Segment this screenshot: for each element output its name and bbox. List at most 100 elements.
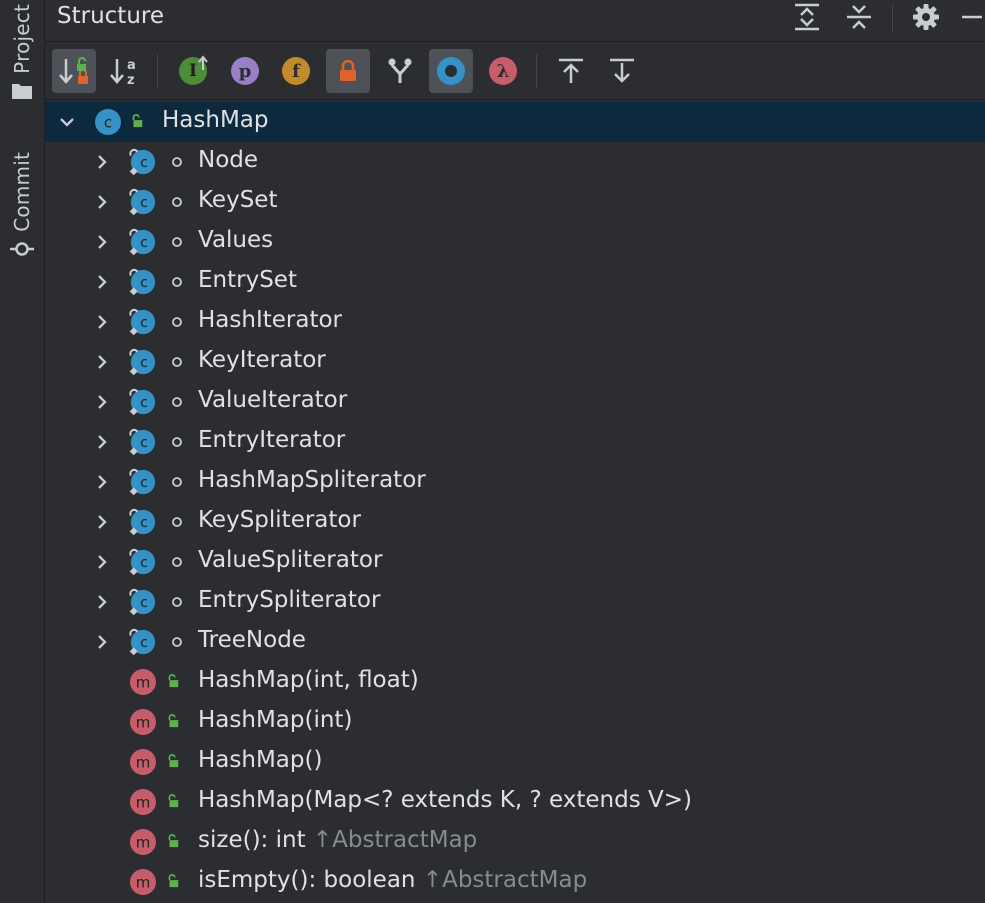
tree-row-method[interactable]: m HashMap() <box>45 742 985 782</box>
chevron-right-icon[interactable] <box>92 592 112 612</box>
tree-node-label: KeySpliterator <box>198 507 361 533</box>
tree-row-inner-class[interactable]: c Node <box>45 142 985 182</box>
svg-text:c: c <box>104 114 112 132</box>
show-anonymous-button[interactable] <box>429 49 473 93</box>
chevron-down-icon[interactable] <box>57 112 77 132</box>
tree-node-label: EntrySet <box>198 267 297 293</box>
chevron-right-icon[interactable] <box>92 432 112 452</box>
svg-text:c: c <box>140 155 148 171</box>
tree-row-inner-class[interactable]: c KeySpliterator <box>45 502 985 542</box>
expand-all-button[interactable] <box>787 0 827 34</box>
tree-node-label: size(): int ↑AbstractMap <box>198 827 477 853</box>
structure-toolbar: a z I p f λ <box>45 48 985 96</box>
chevron-right-icon[interactable] <box>92 192 112 212</box>
chevron-right-icon[interactable] <box>92 152 112 172</box>
public-visibility-icon <box>168 714 179 728</box>
show-inheritance-button[interactable] <box>378 49 422 93</box>
method-icon: m <box>130 789 156 815</box>
settings-button[interactable] <box>906 0 946 34</box>
expand-all-icon <box>795 3 819 31</box>
tree-node-label: HashMap <box>162 107 269 133</box>
tree-row-method[interactable]: m HashMap(int) <box>45 702 985 742</box>
tree-node-label: KeyIterator <box>198 347 326 373</box>
navigate-up-button[interactable] <box>549 49 593 93</box>
chevron-right-icon[interactable] <box>92 392 112 412</box>
tree-row-method[interactable]: m size(): int ↑AbstractMap <box>45 822 985 862</box>
tree-node-label: HashIterator <box>198 307 342 333</box>
collapse-all-button[interactable] <box>839 0 879 34</box>
method-signature: HashMap(int, float) <box>198 667 419 693</box>
chevron-right-icon[interactable] <box>92 352 112 372</box>
panel-title: Structure <box>57 3 164 29</box>
chevron-right-icon[interactable] <box>92 272 112 292</box>
inner-class-icon: c <box>129 148 156 176</box>
tree-row-inner-class[interactable]: c EntryIterator <box>45 422 985 462</box>
commit-icon <box>10 242 34 256</box>
tree-row-method[interactable]: m HashMap(int, float) <box>45 662 985 702</box>
svg-text:m: m <box>136 834 151 852</box>
tree-row-inner-class[interactable]: c HashMapSpliterator <box>45 462 985 502</box>
project-tab[interactable]: Project <box>0 4 44 100</box>
tree-row-inner-class[interactable]: c HashIterator <box>45 302 985 342</box>
tree-row-inner-class[interactable]: c TreeNode <box>45 622 985 662</box>
method-icon: m <box>130 829 156 855</box>
sort-by-visibility-icon <box>59 57 88 84</box>
navigate-down-button[interactable] <box>600 49 644 93</box>
sort-by-visibility-button[interactable] <box>52 49 96 93</box>
method-signature: HashMap(int) <box>198 707 353 733</box>
svg-text:c: c <box>140 395 148 411</box>
svg-text:c: c <box>140 555 148 571</box>
tree-node-label: KeySet <box>198 187 278 213</box>
tree-row-method[interactable]: m HashMap(Map<? extends K, ? extends V>) <box>45 782 985 822</box>
inherited-from-label: ↑AbstractMap <box>312 827 478 853</box>
tree-row-inner-class[interactable]: c EntrySpliterator <box>45 582 985 622</box>
chevron-right-icon[interactable] <box>92 232 112 252</box>
inner-class-icon: c <box>129 388 156 416</box>
show-properties-icon: p <box>231 57 259 85</box>
svg-text:c: c <box>140 515 148 531</box>
tree-row-inner-class[interactable]: c ValueSpliterator <box>45 542 985 582</box>
tree-node-label: EntrySpliterator <box>198 587 381 613</box>
method-icon: m <box>130 869 156 895</box>
chevron-right-icon[interactable] <box>92 312 112 332</box>
show-non-public-button[interactable] <box>326 49 370 93</box>
public-visibility-icon <box>168 794 179 808</box>
toolbar-separator-2 <box>536 54 537 88</box>
tree-row-inner-class[interactable]: c EntrySet <box>45 262 985 302</box>
tree-row-inner-class[interactable]: c KeySet <box>45 182 985 222</box>
tree-row-root[interactable]: c HashMap <box>45 102 985 142</box>
svg-text:z: z <box>127 73 135 87</box>
hide-panel-button[interactable] <box>957 0 985 34</box>
commit-tab[interactable]: Commit <box>0 152 44 258</box>
svg-text:m: m <box>136 754 151 772</box>
chevron-right-icon[interactable] <box>92 512 112 532</box>
sort-alphabetically-button[interactable]: a z <box>104 49 148 93</box>
inner-class-icon: c <box>129 628 156 656</box>
inner-class-icon: c <box>129 348 156 376</box>
show-properties-button[interactable]: p <box>223 49 267 93</box>
chevron-right-icon[interactable] <box>92 552 112 572</box>
svg-text:c: c <box>140 355 148 371</box>
inner-class-icon: c <box>129 268 156 296</box>
tree-row-method[interactable]: m isEmpty(): boolean ↑AbstractMap <box>45 862 985 902</box>
tree-row-inner-class[interactable]: c Values <box>45 222 985 262</box>
minimize-icon <box>962 15 982 19</box>
panel-header: Structure <box>45 0 985 40</box>
project-tab-label: Project <box>10 4 34 74</box>
tree-node-label: HashMap(int) <box>198 707 352 733</box>
show-inherited-button[interactable]: I <box>171 49 215 93</box>
svg-text:c: c <box>140 475 148 491</box>
package-visibility-icon <box>172 597 182 607</box>
package-visibility-icon <box>172 637 182 647</box>
chevron-right-icon[interactable] <box>92 472 112 492</box>
package-visibility-icon <box>172 157 182 167</box>
show-fields-button[interactable]: f <box>274 49 318 93</box>
chevron-right-icon[interactable] <box>92 632 112 652</box>
show-inherited-icon: I <box>179 55 208 85</box>
tree-row-inner-class[interactable]: c KeyIterator <box>45 342 985 382</box>
inherited-from-label: ↑AbstractMap <box>422 867 588 893</box>
show-lambdas-button[interactable]: λ <box>481 49 525 93</box>
tree-row-inner-class[interactable]: c ValueIterator <box>45 382 985 422</box>
method-signature: HashMap() <box>198 747 323 773</box>
navigate-down-icon <box>610 58 634 83</box>
